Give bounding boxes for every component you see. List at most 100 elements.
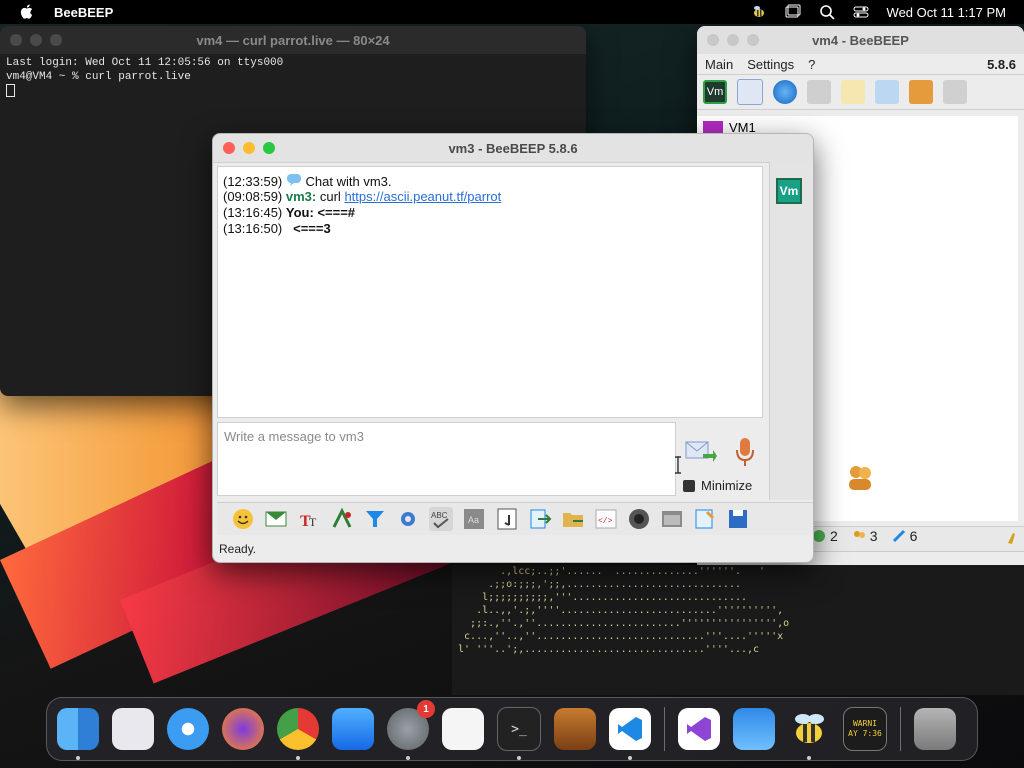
message-time: (13:16:45)	[223, 205, 283, 220]
message-sender: You:	[285, 205, 314, 220]
folder-icon[interactable]	[807, 80, 831, 104]
filter-icon[interactable]	[363, 507, 387, 531]
message-history[interactable]: (12:33:59) Chat with vm3. (09:08:59) vm3…	[217, 166, 763, 418]
system-settings-icon[interactable]: 1	[387, 700, 435, 760]
control-center-icon[interactable]	[853, 4, 869, 20]
speech-bubble-icon	[286, 174, 301, 186]
terminal-title: vm4 — curl parrot.live — 80×24	[196, 32, 390, 48]
app-store-icon[interactable]	[332, 708, 374, 750]
minimize-button[interactable]	[243, 142, 255, 154]
document-icon[interactable]	[495, 507, 519, 531]
app-menu-name[interactable]: BeeBEEP	[54, 5, 113, 20]
beebeep-main-titlebar[interactable]: vm4 - BeeBEEP	[697, 26, 1024, 54]
status-bar: Ready.	[219, 542, 257, 556]
network-icon[interactable]	[875, 80, 899, 104]
spellcheck-icon[interactable]: ABC	[429, 507, 453, 531]
zoom-button[interactable]	[50, 34, 62, 46]
svg-text:Aa: Aa	[468, 515, 479, 525]
code-icon[interactable]: </>	[594, 507, 618, 531]
launchpad-icon[interactable]	[112, 708, 154, 750]
broadcast-icon[interactable]	[773, 80, 797, 104]
terminal-output[interactable]: Last login: Wed Oct 11 12:05:56 on ttys0…	[0, 54, 586, 100]
menu-main[interactable]: Main	[705, 57, 733, 72]
message-row: (09:08:59) vm3: curl https://ascii.peanu…	[223, 189, 762, 205]
search-icon[interactable]	[819, 4, 835, 20]
close-button[interactable]	[223, 142, 235, 154]
message-row: (13:16:45) You: <===#	[223, 205, 762, 221]
apple-icon[interactable]	[18, 3, 36, 21]
bookmark-icon[interactable]	[909, 80, 933, 104]
terminal-titlebar[interactable]: vm4 — curl parrot.live — 80×24	[0, 26, 586, 54]
terminal-line: Last login: Wed Oct 11 12:05:56 on ttys0…	[6, 57, 284, 69]
vm-status-icon[interactable]: Vm	[703, 80, 727, 104]
users-group-icon	[849, 466, 871, 490]
safari-icon[interactable]	[167, 708, 209, 750]
firefox-icon[interactable]	[222, 708, 264, 750]
message-text: <===#	[317, 205, 356, 220]
terminal-icon[interactable]: >_	[497, 707, 541, 760]
zoom-button[interactable]	[263, 142, 275, 154]
font-icon[interactable]: Aa	[462, 507, 486, 531]
terminal-line: vm4@VM4 ~ % curl parrot.live	[6, 71, 191, 83]
clock[interactable]: Wed Oct 11 1:17 PM	[887, 5, 1006, 20]
text-format-icon[interactable]: TT	[297, 507, 321, 531]
broom-icon[interactable]	[1005, 530, 1021, 546]
close-button[interactable]	[10, 34, 22, 46]
beebeep-icon[interactable]	[788, 708, 830, 760]
trash-icon[interactable]	[943, 80, 967, 104]
textedit-icon[interactable]	[442, 708, 484, 750]
beebeep-toolbar: Vm	[697, 75, 1024, 110]
trash-icon[interactable]	[914, 708, 956, 750]
message-link[interactable]: https://ascii.peanut.tf/parrot	[344, 189, 501, 204]
chat-window: vm3 - BeeBEEP 5.8.6 (12:33:59) Chat with…	[212, 133, 814, 563]
garageband-icon[interactable]	[554, 708, 596, 750]
send-file-icon[interactable]	[528, 507, 552, 531]
send-message-icon[interactable]	[685, 439, 717, 465]
vscode-icon[interactable]	[609, 708, 651, 760]
chat-titlebar[interactable]: vm3 - BeeBEEP 5.8.6	[213, 134, 813, 163]
zoom-button[interactable]	[747, 34, 759, 46]
envelope-icon[interactable]	[264, 507, 288, 531]
minimize-toggle[interactable]: Minimize	[683, 478, 752, 493]
bee-logo-icon	[795, 714, 824, 743]
menu-settings[interactable]: Settings	[747, 57, 794, 72]
message-text: <===3	[293, 221, 331, 236]
screenshot-icon[interactable]	[627, 507, 651, 531]
microphone-icon[interactable]	[733, 436, 757, 468]
svg-text:T: T	[309, 515, 317, 529]
dock-separator	[664, 707, 665, 751]
weather-icon[interactable]	[733, 708, 775, 750]
message-sender: vm3:	[285, 189, 317, 204]
minimize-label: Minimize	[701, 478, 753, 493]
finder-icon[interactable]	[57, 708, 99, 760]
close-button[interactable]	[707, 34, 719, 46]
bee-icon[interactable]	[751, 4, 767, 20]
chat-toolbar: TT ABC Aa </>	[217, 502, 813, 535]
message-input[interactable]: Write a message to vm3	[217, 422, 676, 496]
svg-text:</>: </>	[598, 517, 613, 526]
minimize-button[interactable]	[30, 34, 42, 46]
send-folder-icon[interactable]	[561, 507, 585, 531]
emoticon-icon[interactable]	[231, 507, 255, 531]
profile-icon[interactable]	[737, 79, 763, 105]
visual-studio-logo-icon	[687, 717, 711, 741]
color-icon[interactable]	[330, 507, 354, 531]
minimize-button[interactable]	[727, 34, 739, 46]
console-icon[interactable]: WARNI AY 7:36	[843, 707, 887, 751]
chat-member-avatar[interactable]: Vm	[776, 178, 802, 204]
menu-help[interactable]: ?	[808, 57, 815, 72]
notes-icon[interactable]	[693, 507, 717, 531]
save-icon[interactable]	[726, 507, 750, 531]
window-icon[interactable]	[785, 4, 801, 20]
window-capture-icon[interactable]	[660, 507, 684, 531]
message-time: (13:16:50)	[223, 221, 283, 236]
count-users: 3	[869, 528, 878, 544]
menu-bar: BeeBEEP Wed Oct 11 1:17 PM	[0, 0, 1024, 24]
message-text: curl	[319, 189, 341, 204]
gear-icon[interactable]	[396, 507, 420, 531]
dock: 1 >_ WARNI AY 7:36	[46, 697, 978, 761]
compose-icon[interactable]	[841, 80, 865, 104]
minimize-checkbox[interactable]	[683, 479, 695, 492]
chrome-icon[interactable]	[277, 708, 319, 760]
visual-studio-icon[interactable]	[678, 708, 720, 750]
